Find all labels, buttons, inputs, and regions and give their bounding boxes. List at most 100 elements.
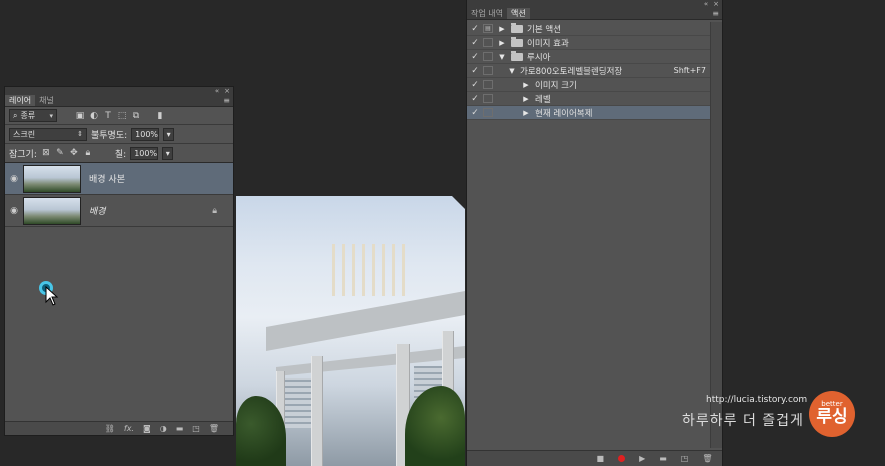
action-step-row[interactable]: ✓ ▶ 레벨 (467, 92, 710, 106)
panel-menu-icon[interactable]: ≡ (223, 96, 230, 105)
close-icon[interactable]: × (713, 0, 719, 8)
record-icon[interactable] (618, 455, 626, 462)
tab-layers[interactable]: 레이어 (5, 95, 36, 106)
dialog-toggle-icon[interactable] (483, 94, 493, 103)
triangle-right-icon[interactable]: ▶ (497, 39, 507, 47)
new-action-icon[interactable]: ◳ (681, 454, 689, 463)
dialog-toggle-icon[interactable]: ▤ (483, 24, 493, 33)
lock-transparent-icon[interactable]: ⊠ (41, 148, 51, 158)
folder-icon (511, 50, 523, 61)
fill-label: 칠: (114, 149, 127, 160)
dialog-toggle-icon[interactable] (483, 38, 493, 47)
filter-toggle-icon[interactable]: ▮ (155, 111, 165, 121)
trash-icon[interactable]: 🗑︎ (702, 454, 712, 463)
folder-icon[interactable]: ▬ (176, 424, 184, 433)
play-icon[interactable]: ▶ (639, 454, 645, 463)
triangle-right-icon[interactable]: ▶ (497, 25, 507, 33)
link-icon[interactable]: ⛓ (105, 424, 115, 433)
actions-tabbar: 작업 내역 액션 ≡ (467, 8, 722, 20)
tab-history[interactable]: 작업 내역 (467, 8, 507, 19)
filter-kind-select[interactable]: ⌕ 종류 ▾ (9, 109, 57, 122)
adjustment-filter-icon[interactable]: ◐ (89, 111, 99, 121)
blend-mode-select[interactable]: 스크린 ⇕ (9, 127, 87, 141)
checkmark-icon[interactable]: ✓ (467, 108, 483, 118)
adjustment-icon[interactable]: ◑ (160, 424, 167, 433)
actions-bottom-bar: ■ ▶ ▬ ◳ 🗑︎ (467, 450, 722, 466)
fill-dropdown[interactable]: ▾ (162, 146, 174, 160)
checkmark-icon[interactable]: ✓ (467, 80, 483, 90)
layer-thumbnail (23, 164, 81, 193)
lock-icon: 🔒︎ (212, 205, 217, 216)
search-icon: ⌕ (13, 110, 18, 120)
triangle-down-icon[interactable]: ▼ (507, 67, 517, 75)
text-filter-icon[interactable]: T (103, 111, 113, 121)
layer-row[interactable]: ◉ 배경 사본 (5, 163, 233, 195)
image-filter-icon[interactable]: ▣ (75, 111, 85, 121)
dialog-toggle-icon[interactable] (483, 52, 493, 61)
dialog-toggle-icon[interactable] (483, 80, 493, 89)
upper-deck (266, 291, 465, 351)
layer-name[interactable]: 배경 사본 (89, 172, 125, 185)
folder-icon (511, 36, 523, 47)
triangle-right-icon[interactable]: ▶ (521, 109, 531, 117)
fx-icon[interactable]: fx. (124, 424, 134, 433)
shape-filter-icon[interactable]: ⬚ (117, 111, 127, 121)
dialog-toggle-icon[interactable] (483, 66, 493, 75)
checkmark-icon[interactable]: ✓ (467, 66, 483, 76)
lock-label: 잠그기: (9, 149, 37, 160)
actions-list: ✓ ▤ ▶ 기본 액션 ✓ ▶ 이미지 효과 ✓ ▼ 루시아 ✓ ▼ 가로800… (467, 22, 710, 120)
triangle-right-icon[interactable]: ▶ (521, 95, 531, 103)
lock-image-icon[interactable]: ✎ (55, 148, 65, 158)
fill-input[interactable]: 100% (130, 146, 159, 160)
tab-channels[interactable]: 채널 (35, 95, 58, 106)
column (311, 356, 323, 466)
action-set-row[interactable]: ✓ ▤ ▶ 기본 액션 (467, 22, 710, 36)
chevron-down-icon: ▾ (49, 111, 53, 120)
tab-actions[interactable]: 액션 (506, 8, 530, 19)
panel-menu-icon[interactable]: ≡ (712, 9, 719, 18)
opacity-input[interactable]: 100% (131, 127, 160, 141)
trash-icon[interactable]: 🗑︎ (209, 424, 219, 433)
smart-object-filter-icon[interactable]: ⧉ (131, 111, 141, 121)
triangle-right-icon[interactable]: ▶ (521, 81, 531, 89)
stop-icon[interactable]: ■ (597, 454, 605, 463)
checkmark-icon[interactable]: ✓ (467, 52, 483, 62)
watermark-logo: better 루싱 (809, 391, 855, 437)
opacity-dropdown[interactable]: ▾ (163, 127, 175, 141)
action-row[interactable]: ✓ ▼ 가로800오토레벨블렌딩저장 Shft+F7 (467, 64, 710, 78)
action-set-row[interactable]: ✓ ▼ 루시아 (467, 50, 710, 64)
checkmark-icon[interactable]: ✓ (467, 94, 483, 104)
checkmark-icon[interactable]: ✓ (467, 24, 483, 34)
lock-all-icon[interactable]: 🔒︎ (83, 148, 93, 158)
lock-position-icon[interactable]: ✥ (69, 148, 79, 158)
blend-row: 스크린 ⇕ 불투명도: 100% ▾ (5, 125, 233, 144)
action-set-row[interactable]: ✓ ▶ 이미지 효과 (467, 36, 710, 50)
wooden-slats (332, 244, 412, 296)
layer-row[interactable]: ◉ 배경 🔒︎ (5, 195, 233, 227)
opacity-label: 불투명도: (91, 130, 128, 141)
dialog-toggle-icon[interactable] (483, 108, 493, 117)
watermark-url: http://lucia.tistory.com (706, 395, 808, 405)
eye-icon[interactable]: ◉ (5, 206, 23, 216)
mouse-cursor-icon (45, 286, 59, 306)
layer-thumbnail (23, 196, 81, 225)
panel-titlebar: « × (467, 0, 722, 8)
collapse-icon[interactable]: « (215, 87, 219, 95)
folder-icon (511, 22, 523, 33)
scrollbar[interactable] (710, 22, 722, 448)
triangle-down-icon[interactable]: ▼ (497, 53, 507, 61)
actions-panel: « × 작업 내역 액션 ≡ ✓ ▤ ▶ 기본 액션 ✓ ▶ 이미지 효과 ✓ … (466, 0, 723, 466)
action-step-row[interactable]: ✓ ▶ 이미지 크기 (467, 78, 710, 92)
close-icon[interactable]: × (224, 87, 230, 95)
chevron-down-icon: ▾ (165, 148, 170, 158)
lock-row: 잠그기: ⊠ ✎ ✥ 🔒︎ 칠: 100% ▾ (5, 144, 233, 163)
new-layer-icon[interactable]: ◳ (192, 424, 200, 433)
layer-name[interactable]: 배경 (89, 204, 106, 217)
mask-icon[interactable]: ◙ (143, 424, 151, 433)
eye-icon[interactable]: ◉ (5, 174, 23, 184)
collapse-icon[interactable]: « (704, 0, 708, 8)
action-step-row[interactable]: ✓ ▶ 현재 레이어복제 (467, 106, 710, 120)
canvas-photo (236, 196, 465, 466)
folder-icon[interactable]: ▬ (659, 454, 667, 463)
checkmark-icon[interactable]: ✓ (467, 38, 483, 48)
